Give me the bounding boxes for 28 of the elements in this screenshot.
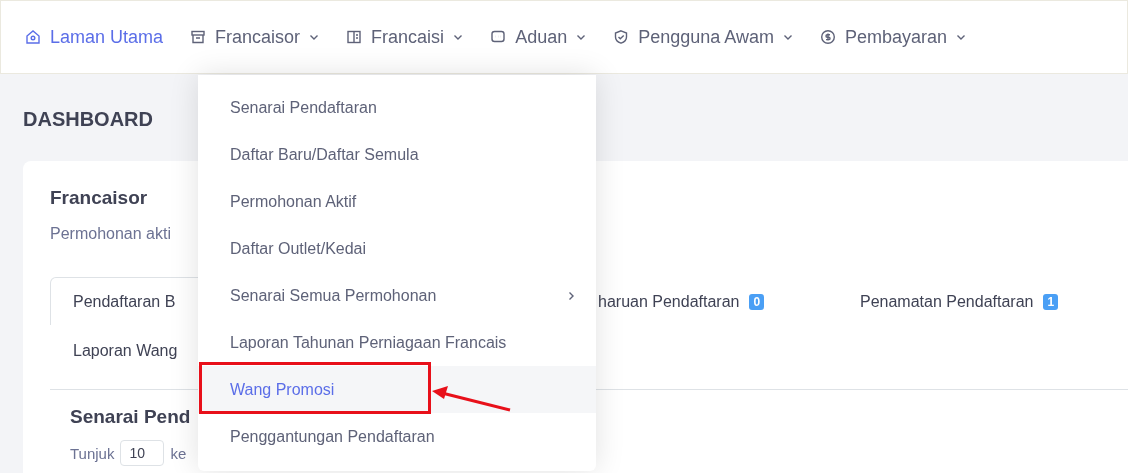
nav-menu-item[interactable]: Aduan — [490, 26, 587, 48]
entries-label: ke — [170, 444, 187, 462]
menu-item[interactable]: Permohonan Aktif — [198, 178, 596, 225]
chat-icon — [490, 29, 507, 45]
menu-item[interactable]: Senarai Pendaftaran — [198, 84, 596, 131]
menu-item[interactable]: Daftar Outlet/Kedai — [198, 225, 596, 272]
nav-menu-item[interactable]: Francaisi — [346, 26, 464, 48]
nav-menu-item[interactable]: Pembayaran — [819, 26, 967, 48]
card-subtitle: Permohonan akti — [50, 225, 171, 243]
show-label: Tunjuk — [70, 444, 115, 462]
nav-menu-item[interactable]: Pengguna Awam — [613, 26, 793, 48]
shield-icon — [613, 29, 630, 45]
section-title: Senarai Pend — [70, 406, 192, 428]
archive-icon — [190, 29, 207, 45]
menu-item[interactable]: Daftar Baru/Daftar Semula — [198, 131, 596, 178]
entries-input[interactable]: 10 — [120, 440, 165, 466]
tab[interactable]: Penamatan Pendaftaran 1 — [837, 277, 1128, 325]
page-title: DASHBOARD — [23, 108, 154, 131]
count-badge: 0 — [749, 293, 765, 310]
nav-menu-item[interactable]: Laman Utama — [25, 26, 164, 48]
menu-item[interactable]: Wang Promosi — [198, 366, 596, 413]
card-title: Francaisor — [50, 187, 148, 209]
dollar-icon — [819, 29, 836, 45]
nav-menu-item[interactable]: Francaisor — [190, 26, 320, 48]
menu-item[interactable]: Penggantungan Pendaftaran — [198, 413, 596, 460]
panel-icon — [346, 29, 363, 45]
home-icon — [25, 29, 41, 45]
count-badge: 1 — [1043, 293, 1059, 310]
